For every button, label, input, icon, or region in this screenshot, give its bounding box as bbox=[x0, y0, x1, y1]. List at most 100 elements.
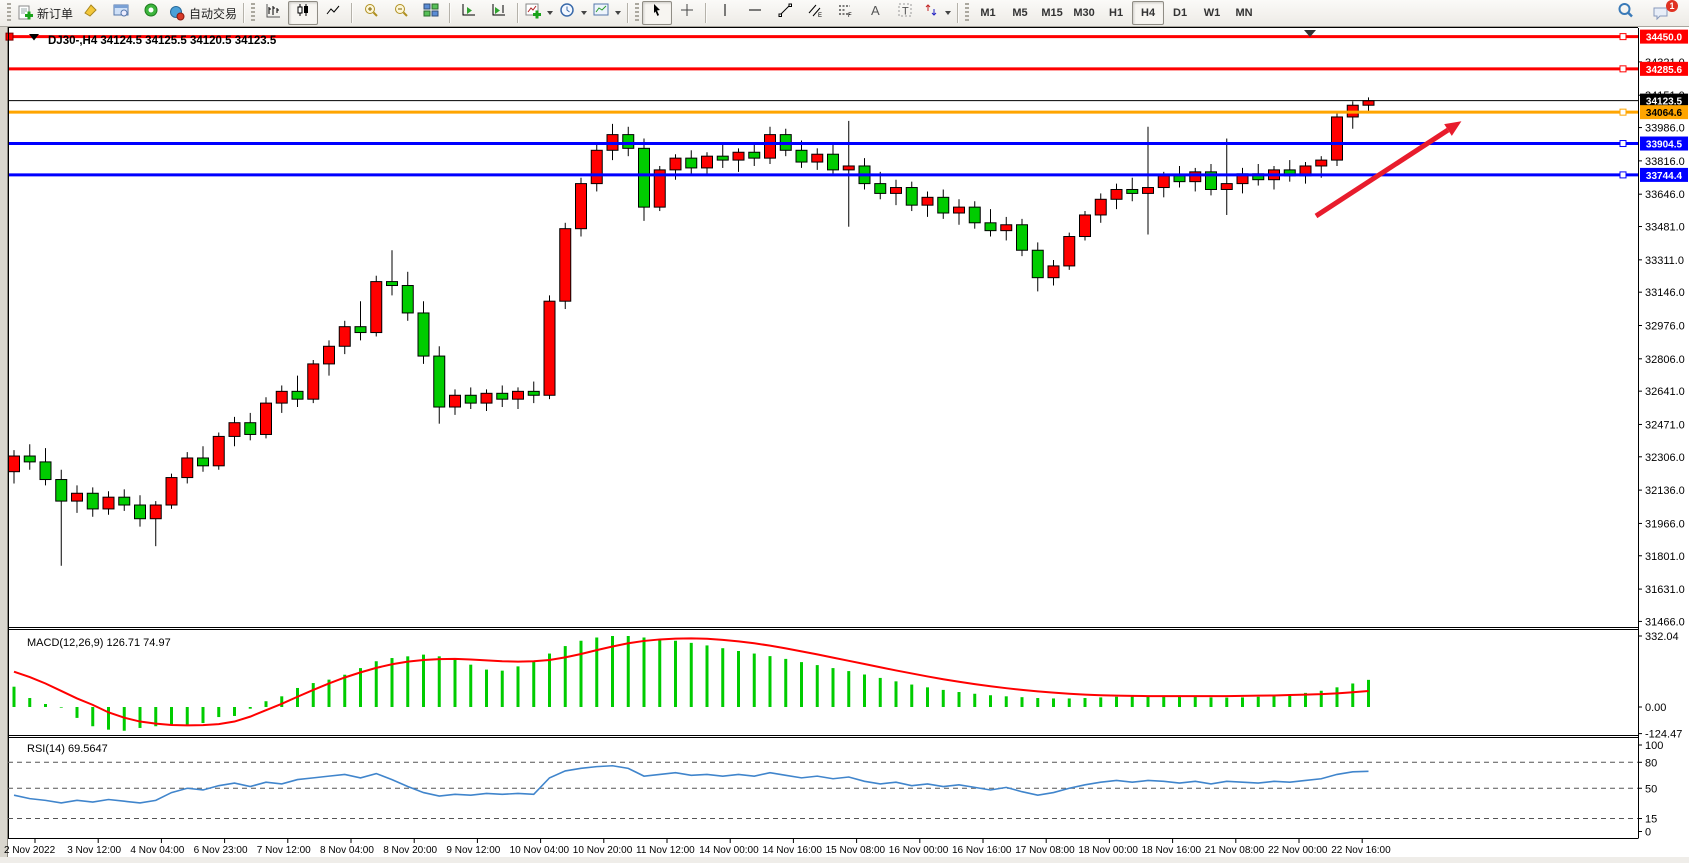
svg-text:32306.0: 32306.0 bbox=[1645, 452, 1685, 464]
templates-icon bbox=[593, 2, 610, 24]
hline-handle[interactable] bbox=[1620, 34, 1626, 40]
candlestick-chart-button[interactable] bbox=[288, 1, 318, 25]
navigator-button[interactable] bbox=[136, 1, 166, 25]
periods-clock-icon bbox=[559, 2, 576, 24]
zoom-in-icon bbox=[363, 2, 380, 24]
hline-anchor[interactable] bbox=[6, 33, 13, 40]
timeframe-m1-button[interactable]: M1 bbox=[972, 1, 1004, 25]
crosshair-button[interactable] bbox=[672, 1, 702, 25]
svg-text:15 Nov 08:00: 15 Nov 08:00 bbox=[826, 845, 886, 856]
periods-button[interactable] bbox=[556, 1, 590, 25]
toolbar: 新订单 自动交易 bbox=[0, 0, 1689, 27]
svg-text:33744.4: 33744.4 bbox=[1646, 171, 1683, 182]
text-label-button[interactable]: T bbox=[890, 1, 920, 25]
hline-handle[interactable] bbox=[1620, 109, 1626, 115]
zoom-out-button[interactable] bbox=[386, 1, 416, 25]
svg-text:100: 100 bbox=[1645, 740, 1663, 752]
zoom-out-icon bbox=[393, 2, 410, 24]
text-label-icon: T bbox=[897, 2, 914, 24]
timeframe-m30-button[interactable]: M30 bbox=[1068, 1, 1100, 25]
svg-text:E: E bbox=[818, 13, 822, 19]
svg-text:10 Nov 04:00: 10 Nov 04:00 bbox=[510, 845, 570, 856]
svg-text:14 Nov 16:00: 14 Nov 16:00 bbox=[762, 845, 822, 856]
equidistant-channel-icon: E bbox=[807, 2, 824, 24]
toolbar-separator bbox=[957, 3, 959, 23]
fibonacci-icon: F bbox=[837, 2, 854, 24]
toolbar-grip[interactable] bbox=[635, 3, 639, 23]
crosshair-icon bbox=[679, 2, 696, 24]
svg-text:4 Nov 04:00: 4 Nov 04:00 bbox=[130, 845, 184, 856]
svg-text:A: A bbox=[871, 3, 880, 18]
svg-text:F: F bbox=[848, 13, 852, 19]
svg-text:32641.0: 32641.0 bbox=[1645, 386, 1685, 398]
new-order-button[interactable]: 新订单 bbox=[14, 1, 76, 25]
timeframe-d1-button[interactable]: D1 bbox=[1164, 1, 1196, 25]
timeframe-w1-button[interactable]: W1 bbox=[1196, 1, 1228, 25]
svg-text:33481.0: 33481.0 bbox=[1645, 222, 1685, 234]
svg-text:2 Nov 2022: 2 Nov 2022 bbox=[4, 845, 56, 856]
timeframe-h4-button[interactable]: H4 bbox=[1132, 1, 1164, 25]
price-chart-canvas[interactable]: 34321.034151.033986.033816.033646.033481… bbox=[0, 0, 1689, 863]
text-button[interactable]: A bbox=[860, 1, 890, 25]
toolbar-separator bbox=[243, 3, 245, 23]
zoom-in-button[interactable] bbox=[356, 1, 386, 25]
auto-trading-button[interactable]: 自动交易 bbox=[166, 1, 240, 25]
toolbar-grip[interactable] bbox=[965, 3, 969, 23]
timeframe-h1-button[interactable]: H1 bbox=[1100, 1, 1132, 25]
templates-button[interactable] bbox=[590, 1, 624, 25]
chart-shift-button[interactable] bbox=[484, 1, 514, 25]
vertical-line-button[interactable] bbox=[710, 1, 740, 25]
toolbar-grip[interactable] bbox=[251, 3, 255, 23]
arrows-tool-icon bbox=[923, 2, 940, 24]
bar-chart-button[interactable] bbox=[258, 1, 288, 25]
navigator-icon bbox=[143, 2, 160, 24]
toolbar-separator bbox=[517, 3, 519, 23]
indicators-button[interactable] bbox=[522, 1, 556, 25]
indicators-icon bbox=[525, 2, 542, 24]
hline-handle[interactable] bbox=[1620, 141, 1626, 147]
svg-text:21 Nov 08:00: 21 Nov 08:00 bbox=[1205, 845, 1265, 856]
cursor-button[interactable] bbox=[642, 1, 672, 25]
svg-text:31631.0: 31631.0 bbox=[1645, 584, 1685, 596]
auto-scroll-button[interactable] bbox=[454, 1, 484, 25]
svg-text:33646.0: 33646.0 bbox=[1645, 189, 1685, 201]
data-window-icon bbox=[113, 2, 130, 24]
svg-text:16 Nov 00:00: 16 Nov 00:00 bbox=[889, 845, 949, 856]
svg-text:80: 80 bbox=[1645, 757, 1657, 769]
toolbar-grip[interactable] bbox=[7, 3, 11, 23]
svg-text:8 Nov 04:00: 8 Nov 04:00 bbox=[320, 845, 374, 856]
arrows-tool-button[interactable] bbox=[920, 1, 954, 25]
tile-windows-button[interactable] bbox=[416, 1, 446, 25]
fibonacci-button[interactable]: F bbox=[830, 1, 860, 25]
svg-text:16 Nov 16:00: 16 Nov 16:00 bbox=[952, 845, 1012, 856]
svg-text:332.04: 332.04 bbox=[1645, 631, 1679, 643]
horizontal-line-button[interactable] bbox=[740, 1, 770, 25]
svg-text:15: 15 bbox=[1645, 814, 1657, 826]
svg-text:32806.0: 32806.0 bbox=[1645, 354, 1685, 366]
notifications-button[interactable]: 1 bbox=[1647, 1, 1677, 25]
svg-text:32471.0: 32471.0 bbox=[1645, 419, 1685, 431]
toolbar-separator bbox=[705, 3, 707, 23]
timeframe-m15-button[interactable]: M15 bbox=[1036, 1, 1068, 25]
line-chart-button[interactable] bbox=[318, 1, 348, 25]
svg-text:33146.0: 33146.0 bbox=[1645, 287, 1685, 299]
auto-trading-icon bbox=[169, 5, 186, 22]
equidistant-channel-button[interactable]: E bbox=[800, 1, 830, 25]
svg-text:31966.0: 31966.0 bbox=[1645, 518, 1685, 530]
search-button[interactable] bbox=[1611, 1, 1641, 25]
svg-text:7 Nov 12:00: 7 Nov 12:00 bbox=[257, 845, 311, 856]
text-icon: A bbox=[867, 2, 884, 24]
hline-handle[interactable] bbox=[1620, 66, 1626, 72]
bar-chart-icon bbox=[265, 2, 282, 24]
hline-handle[interactable] bbox=[1620, 172, 1626, 178]
cursor-icon bbox=[649, 2, 666, 24]
timeframe-m5-button[interactable]: M5 bbox=[1004, 1, 1036, 25]
timeframe-mn-button[interactable]: MN bbox=[1228, 1, 1260, 25]
svg-text:34285.6: 34285.6 bbox=[1646, 65, 1683, 76]
chevron-down-icon bbox=[547, 11, 553, 15]
data-window-button[interactable] bbox=[106, 1, 136, 25]
svg-text:8 Nov 20:00: 8 Nov 20:00 bbox=[383, 845, 437, 856]
market-watch-button[interactable] bbox=[76, 1, 106, 25]
svg-text:-124.47: -124.47 bbox=[1645, 729, 1682, 741]
trendline-button[interactable] bbox=[770, 1, 800, 25]
